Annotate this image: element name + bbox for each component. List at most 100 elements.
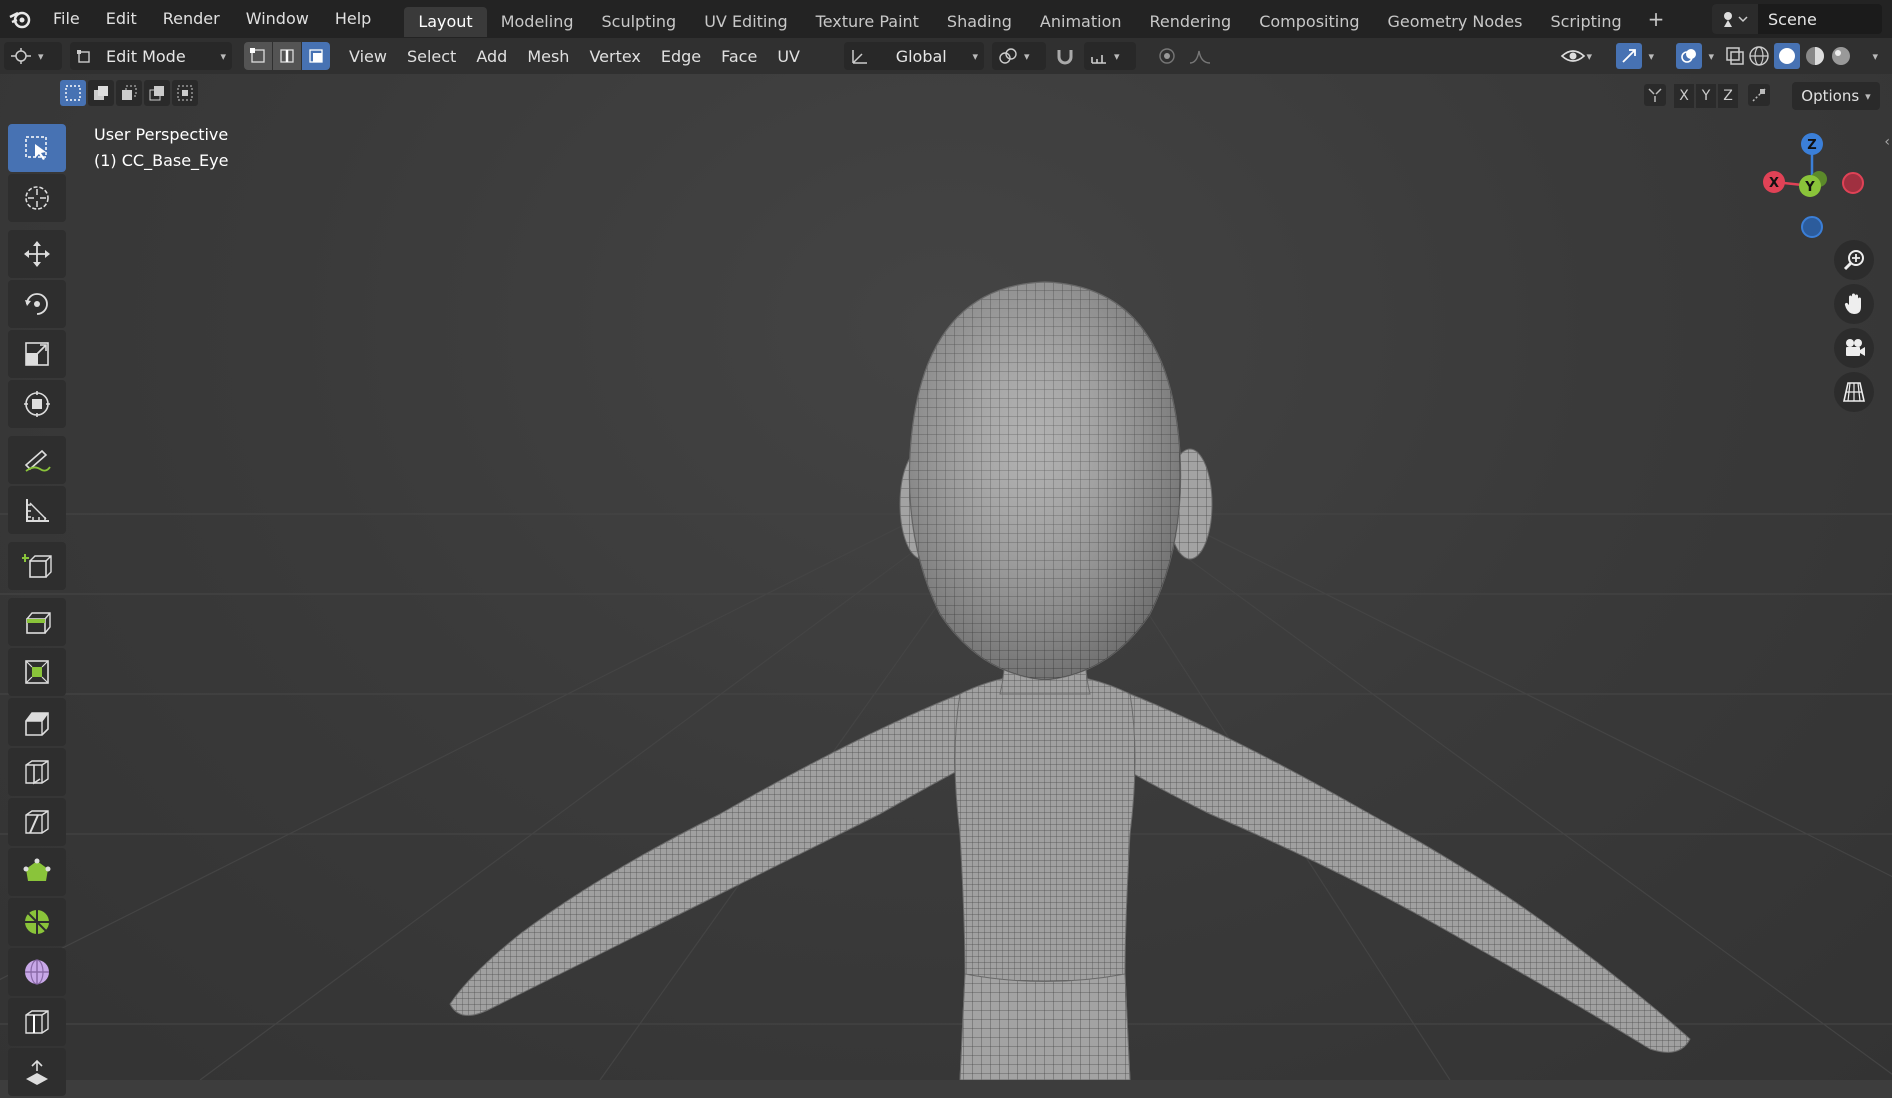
menu-vertex[interactable]: Vertex: [579, 47, 650, 66]
edge-select-button[interactable]: [273, 42, 301, 70]
solid-shading-button[interactable]: [1774, 43, 1800, 69]
scene-selector[interactable]: Scene: [1712, 4, 1882, 34]
annotate-tool[interactable]: [8, 436, 66, 484]
edge-slide-tool[interactable]: [8, 998, 66, 1046]
tool-shelf: [8, 124, 68, 1098]
spin-tool[interactable]: [8, 898, 66, 946]
falloff-dropdown[interactable]: [1182, 43, 1218, 69]
tab-uv-editing[interactable]: UV Editing: [690, 7, 801, 37]
active-object-label: (1) CC_Base_Eye: [94, 151, 229, 170]
edge-select-icon: [280, 49, 294, 63]
orientation-label: Global: [895, 46, 947, 66]
overlays-toggle[interactable]: ▾: [1676, 41, 1714, 71]
rendered-shading-icon[interactable]: [1830, 45, 1852, 67]
menu-render[interactable]: Render: [150, 0, 233, 38]
rotate-tool[interactable]: [8, 280, 66, 328]
snap-target-dropdown[interactable]: ▾: [1083, 42, 1136, 70]
menu-add[interactable]: Add: [466, 47, 517, 66]
transform-tool[interactable]: [8, 380, 66, 428]
pivot-point-dropdown[interactable]: ▾: [991, 42, 1046, 70]
select-subtract-icon: [122, 85, 137, 100]
tab-texture-paint[interactable]: Texture Paint: [802, 7, 933, 37]
snap-toggle[interactable]: [1050, 43, 1080, 69]
chevron-down-icon: ▾: [220, 49, 226, 63]
extrude-region-tool[interactable]: [8, 598, 66, 646]
menu-view[interactable]: View: [339, 47, 397, 66]
editor-type-dropdown[interactable]: ▾: [4, 42, 62, 70]
add-cube-icon: [22, 554, 52, 578]
shading-options-dropdown[interactable]: ▾: [1872, 41, 1878, 71]
smooth-tool[interactable]: [8, 948, 66, 996]
sidebar-toggle-arrow-icon[interactable]: ‹: [1884, 134, 1890, 150]
options-dropdown[interactable]: Options ▾: [1792, 82, 1880, 110]
menu-help[interactable]: Help: [322, 0, 384, 38]
poly-build-tool[interactable]: [8, 848, 66, 896]
mode-dropdown[interactable]: Edit Mode ▾: [70, 42, 232, 70]
face-select-button[interactable]: [302, 42, 330, 70]
camera-view-button[interactable]: [1834, 328, 1874, 368]
menu-window[interactable]: Window: [233, 0, 322, 38]
shrink-fatten-tool[interactable]: [8, 1048, 66, 1096]
menu-file[interactable]: File: [40, 0, 93, 38]
zoom-button[interactable]: [1834, 240, 1874, 280]
vertex-select-button[interactable]: [244, 42, 272, 70]
visibility-dropdown[interactable]: ▾: [1560, 41, 1592, 71]
scene-icon[interactable]: [1712, 4, 1758, 34]
auto-merge-toggle[interactable]: [1644, 84, 1666, 106]
measure-tool[interactable]: [8, 486, 66, 534]
menu-select[interactable]: Select: [397, 47, 466, 66]
add-cube-tool[interactable]: [8, 542, 66, 590]
3d-viewport[interactable]: Z X Y: [0, 74, 1892, 1080]
select-new-button[interactable]: [60, 80, 86, 106]
inset-faces-tool[interactable]: [8, 648, 66, 696]
menu-edge[interactable]: Edge: [651, 47, 711, 66]
xray-toggle[interactable]: [1724, 41, 1746, 71]
bevel-tool[interactable]: [8, 698, 66, 746]
mirror-y-toggle[interactable]: Y: [1696, 84, 1716, 108]
blender-logo-icon[interactable]: [0, 0, 40, 38]
select-extend-button[interactable]: [88, 80, 114, 106]
mirror-x-toggle[interactable]: X: [1674, 84, 1694, 108]
select-box-tool[interactable]: [8, 124, 66, 172]
wireframe-shading-icon[interactable]: [1748, 45, 1770, 67]
mirror-z-toggle[interactable]: Z: [1718, 84, 1738, 108]
tab-rendering[interactable]: Rendering: [1136, 7, 1246, 37]
tab-layout[interactable]: Layout: [404, 7, 487, 37]
tab-scripting[interactable]: Scripting: [1536, 7, 1635, 37]
view-perspective-label: User Perspective: [94, 125, 229, 144]
select-subtract-button[interactable]: [116, 80, 142, 106]
tab-compositing[interactable]: Compositing: [1245, 7, 1373, 37]
add-workspace-button[interactable]: +: [1636, 7, 1677, 31]
cursor-tool[interactable]: [8, 174, 66, 222]
pan-button[interactable]: [1834, 284, 1874, 324]
tab-animation[interactable]: Animation: [1026, 7, 1136, 37]
gizmo-toggle[interactable]: ▾: [1616, 41, 1654, 71]
transform-orientation-dropdown[interactable]: Global ▾: [843, 42, 984, 70]
select-intersect-button[interactable]: [172, 80, 198, 106]
menu-face[interactable]: Face: [711, 47, 767, 66]
tab-sculpting[interactable]: Sculpting: [587, 7, 690, 37]
move-icon: [24, 241, 50, 267]
material-shading-icon[interactable]: [1804, 45, 1826, 67]
grid-perspective-icon: [1843, 382, 1865, 402]
inset-icon: [25, 660, 49, 684]
transform-icon: [24, 391, 50, 417]
scale-tool[interactable]: [8, 330, 66, 378]
knife-tool[interactable]: [8, 798, 66, 846]
tab-modeling[interactable]: Modeling: [487, 7, 588, 37]
proportional-edit-toggle[interactable]: [1152, 43, 1182, 69]
face-select-icon: [309, 49, 323, 63]
topology-mirror-toggle[interactable]: [1748, 84, 1770, 106]
tab-shading[interactable]: Shading: [933, 7, 1026, 37]
perspective-toggle-button[interactable]: [1834, 372, 1874, 412]
knife-icon: [25, 810, 49, 834]
viewport-scene[interactable]: [0, 74, 1892, 1080]
menu-uv[interactable]: UV: [767, 47, 810, 66]
loop-cut-tool[interactable]: [8, 748, 66, 796]
move-tool[interactable]: [8, 230, 66, 278]
select-invert-button[interactable]: [144, 80, 170, 106]
scene-name: Scene: [1768, 9, 1817, 29]
tab-geometry-nodes[interactable]: Geometry Nodes: [1374, 7, 1537, 37]
menu-mesh[interactable]: Mesh: [517, 47, 579, 66]
menu-edit[interactable]: Edit: [93, 0, 150, 38]
